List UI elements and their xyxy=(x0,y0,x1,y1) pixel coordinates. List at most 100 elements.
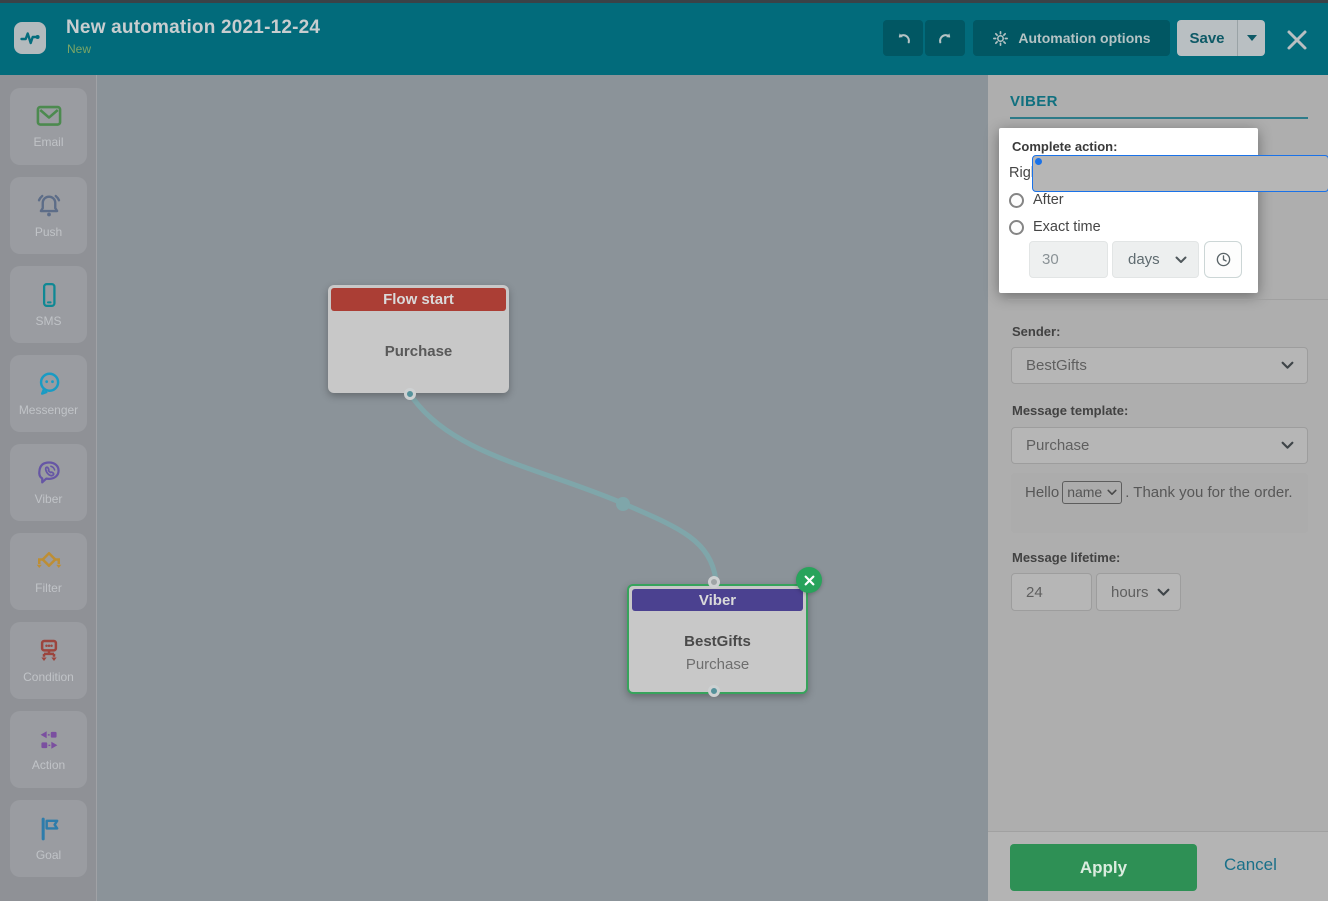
message-template-value: Purchase xyxy=(1026,437,1090,454)
chevron-down-icon xyxy=(1281,441,1294,449)
redo-button[interactable] xyxy=(925,20,965,56)
section-divider xyxy=(1008,299,1328,300)
radio-label: Exact time xyxy=(1033,219,1101,235)
palette-item-sms[interactable]: SMS xyxy=(10,266,87,343)
apply-button[interactable]: Apply xyxy=(1010,844,1197,891)
flow-start-node-title: Flow start xyxy=(331,288,506,311)
app-logo xyxy=(14,22,46,54)
palette-item-condition[interactable]: Condition xyxy=(10,622,87,699)
radio-after[interactable]: After xyxy=(1009,192,1064,208)
heading-underline xyxy=(1010,117,1308,119)
connector-handle xyxy=(616,497,630,511)
clock-icon xyxy=(1216,252,1230,267)
automation-title: New automation 2021-12-24 xyxy=(66,17,321,38)
flow-start-output-port[interactable] xyxy=(404,388,416,400)
chevron-down-icon xyxy=(1281,361,1294,369)
panel-footer: Apply Cancel xyxy=(988,831,1328,901)
viber-node-sender: BestGifts xyxy=(684,633,751,650)
viber-input-port[interactable] xyxy=(708,576,720,588)
palette-item-viber[interactable]: Viber xyxy=(10,444,87,521)
chevron-down-icon xyxy=(1175,256,1187,263)
cancel-button[interactable]: Cancel xyxy=(1224,855,1277,875)
undo-icon xyxy=(898,32,910,43)
palette-label: Viber xyxy=(34,492,63,506)
automation-options-label: Automation options xyxy=(1018,30,1151,46)
pulse-icon xyxy=(20,32,40,45)
redo-icon xyxy=(938,32,950,43)
radio-exact-time[interactable]: Exact time xyxy=(1009,219,1101,235)
schedule-time-button[interactable] xyxy=(1204,241,1242,278)
save-dropdown-button[interactable] xyxy=(1237,20,1265,56)
condition-icon xyxy=(40,639,57,661)
sender-label: Sender: xyxy=(1012,324,1061,339)
message-lifetime-label: Message lifetime: xyxy=(1012,550,1121,565)
palette-item-goal[interactable]: Goal xyxy=(10,800,87,877)
palette-label: Action xyxy=(31,758,66,772)
automation-options-button[interactable]: Automation options xyxy=(973,20,1170,56)
save-split-button: Save xyxy=(1177,20,1265,56)
palette-item-action[interactable]: Action xyxy=(10,711,87,788)
delay-unit-select[interactable]: days xyxy=(1112,241,1199,278)
palette-item-messenger[interactable]: Messenger xyxy=(10,355,87,432)
viber-icon xyxy=(37,461,60,484)
automation-editor: New automation 2021-12-24 New Automation… xyxy=(0,0,1328,901)
delay-unit-value: days xyxy=(1128,251,1160,268)
flow-start-node[interactable]: Flow start Purchase xyxy=(328,285,509,393)
radio-selected-icon[interactable] xyxy=(1032,154,1328,192)
gear-icon xyxy=(993,30,1009,46)
lifetime-value-input[interactable] xyxy=(1011,573,1092,611)
filter-icon xyxy=(36,552,61,568)
message-preview: Hello name . Thank you for the order. xyxy=(1011,473,1308,533)
sender-select[interactable]: BestGifts xyxy=(1011,347,1308,384)
palette-label: Goal xyxy=(35,848,62,862)
chevron-down-icon xyxy=(1107,489,1117,495)
close-icon xyxy=(1287,30,1307,50)
viber-settings-panel: VIBER Complete action: Right away After … xyxy=(988,75,1328,831)
palette-item-push[interactable]: Push xyxy=(10,177,87,254)
radio-right-away[interactable]: Right away xyxy=(1009,154,1328,192)
message-template-select[interactable]: Purchase xyxy=(1011,427,1308,464)
undo-button[interactable] xyxy=(883,20,923,56)
preview-text-after: . Thank you for the order. xyxy=(1125,484,1293,501)
lifetime-unit-select[interactable]: hours xyxy=(1096,573,1181,611)
variable-value: name xyxy=(1067,484,1103,500)
viber-node-template: Purchase xyxy=(685,656,750,673)
goal-flag-icon xyxy=(41,817,58,841)
radio-label: After xyxy=(1033,192,1064,208)
radio-icon[interactable] xyxy=(1009,192,1024,208)
viber-node-title: Viber xyxy=(632,589,803,611)
save-button[interactable]: Save xyxy=(1177,20,1237,56)
complete-action-label: Complete action: xyxy=(1012,139,1118,154)
bell-icon xyxy=(37,194,60,217)
radio-icon[interactable] xyxy=(1009,219,1024,235)
delete-viber-node-button[interactable] xyxy=(796,567,822,593)
message-template-label: Message template: xyxy=(1012,403,1129,418)
palette-item-filter[interactable]: Filter xyxy=(10,533,87,610)
node-close-x-icon xyxy=(804,575,814,585)
chevron-down-icon xyxy=(1157,588,1170,596)
sender-value: BestGifts xyxy=(1026,357,1087,374)
palette-item-email[interactable]: Email xyxy=(10,88,87,165)
lifetime-unit-value: hours xyxy=(1111,583,1149,601)
palette-label: Messenger xyxy=(18,403,79,417)
caret-down-icon xyxy=(1246,35,1257,41)
close-editor-button[interactable] xyxy=(1284,28,1310,54)
palette-label: Filter xyxy=(35,581,62,595)
automation-status: New xyxy=(67,42,92,56)
complete-action-card: Complete action: Right away After Exact … xyxy=(999,128,1328,293)
palette-label: Push xyxy=(34,225,63,239)
delay-value-input[interactable] xyxy=(1029,241,1108,278)
panel-heading: VIBER xyxy=(1010,93,1058,110)
palette-label: SMS xyxy=(35,314,62,328)
envelope-icon xyxy=(36,105,61,126)
flow-start-node-event: Purchase xyxy=(384,343,453,360)
viber-output-port[interactable] xyxy=(708,685,720,697)
header-bar: New automation 2021-12-24 New Automation… xyxy=(0,3,1328,75)
block-palette: Email Push SMS Messenger Viber Filter Co… xyxy=(0,75,97,901)
action-icon xyxy=(40,731,57,749)
viber-node-selected[interactable]: Viber BestGifts Purchase xyxy=(627,584,808,694)
palette-label: Email xyxy=(33,135,64,149)
phone-icon xyxy=(42,283,56,307)
palette-label: Condition xyxy=(23,670,74,684)
variable-select[interactable]: name xyxy=(1062,481,1123,504)
